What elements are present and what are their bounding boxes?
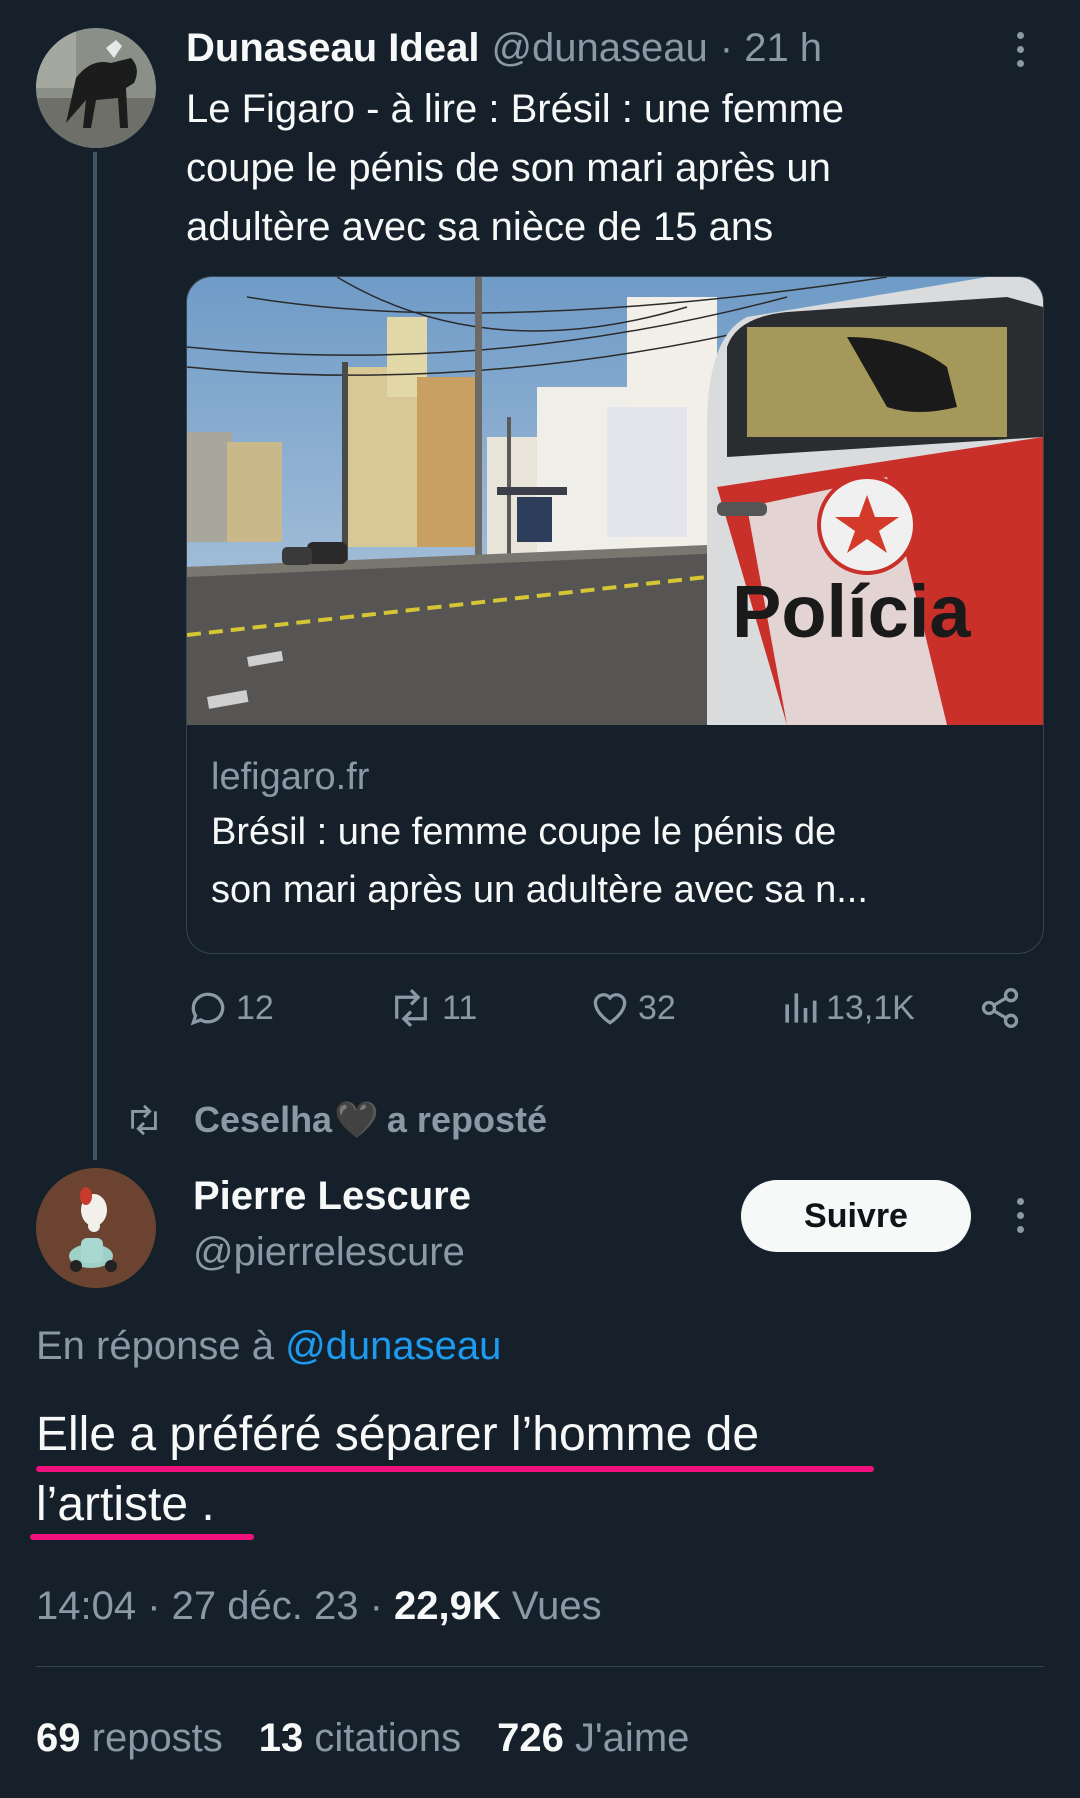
quotes-label: citations [314,1716,462,1760]
views-button[interactable]: 13,1K [780,982,915,1034]
author-name[interactable]: Dunaseau Ideal [186,26,479,71]
like-count: 32 [638,988,676,1027]
card-title-line: Brésil : une femme coupe le pénis de [211,811,837,853]
repost-button[interactable]: 11 [386,982,477,1034]
repost-count: 11 [442,988,478,1027]
share-button[interactable] [978,982,1022,1034]
reply-button[interactable]: 12 [186,982,274,1034]
tweet-text-line: Le Figaro - à lire : Brésil : une femme [186,87,845,131]
views-count: 22,9K [394,1584,501,1628]
reply-to-link[interactable]: @dunaseau [285,1324,501,1368]
tweet-time[interactable]: · 21 h [720,26,822,71]
card-domain: lefigaro.fr [211,756,370,798]
figurine-avatar-icon [36,1168,156,1288]
likes-stat[interactable]: 726 J'aime [497,1710,689,1766]
like-button[interactable]: 32 [588,982,676,1034]
horse-avatar-icon [36,28,156,148]
highlight-underline [36,1466,874,1472]
avatar-pierrelescure[interactable] [36,1168,156,1288]
share-icon [981,988,1019,1028]
link-card[interactable]: Polícia lefigaro.fr Brésil : une femme c… [186,276,1044,954]
analytics-icon [785,993,817,1023]
police-car-lettering: Polícia [732,570,971,653]
tweet-meta: 14:04 · 27 déc. 23 · 22,9K Vues [36,1578,602,1634]
quotes-stat[interactable]: 13 citations [259,1710,461,1766]
quotes-count: 13 [258,1716,304,1760]
heart-emoji: 🖤 [334,1099,379,1140]
reposter-name[interactable]: Ceselha [194,1099,332,1141]
repost-indicator: Ceselha 🖤 a reposté [124,1092,547,1148]
repost-icon [395,989,427,1027]
tweet-text-line: l’artiste . [36,1478,215,1531]
highlight-underline [30,1534,254,1540]
views-count: 13,1K [826,988,915,1027]
author-handle[interactable]: @pierrelescure [193,1224,471,1280]
repost-small-icon [131,1104,157,1136]
likes-count: 726 [497,1716,564,1760]
card-title: Brésil : une femme coupe le pénis de son… [211,803,1019,919]
reposts-stat[interactable]: 69 reposts [36,1710,223,1766]
reply-prefix: En réponse à [36,1324,274,1368]
engagement-stats: 69 reposts 13 citations 726 J'aime [36,1710,689,1766]
follow-button[interactable]: Suivre [741,1180,971,1252]
tweet-text-line: coupe le pénis de son mari après un [186,146,831,190]
tweet-text-line: adultère avec sa nièce de 15 ans [186,205,774,249]
more-options-icon[interactable] [1016,32,1024,67]
reposted-label: a reposté [386,1099,547,1140]
reposts-count: 69 [36,1716,81,1760]
card-title-line: son mari après un adultère avec sa n... [211,869,868,911]
reply-count: 12 [236,988,274,1027]
likes-label: J'aime [575,1716,690,1760]
avatar-dunaseau[interactable] [36,28,156,148]
more-options-icon[interactable] [1016,1198,1024,1233]
reposts-label: reposts [91,1716,223,1760]
tweet-timestamp[interactable]: 14:04 · 27 déc. 23 · [36,1584,383,1628]
reply-context: En réponse à @dunaseau [36,1318,501,1374]
card-image: Polícia [187,277,1043,725]
tweet-text: Le Figaro - à lire : Brésil : une femme … [186,80,1046,257]
heart-icon [593,993,627,1025]
tweet-text-line: Elle a préféré séparer l’homme de [36,1408,760,1461]
views-label: Vues [511,1584,602,1628]
reply-icon [190,992,225,1026]
author-name[interactable]: Pierre Lescure [193,1168,471,1224]
divider [36,1666,1044,1667]
thread-line [93,152,97,1160]
author-handle[interactable]: @dunaseau [491,26,707,71]
